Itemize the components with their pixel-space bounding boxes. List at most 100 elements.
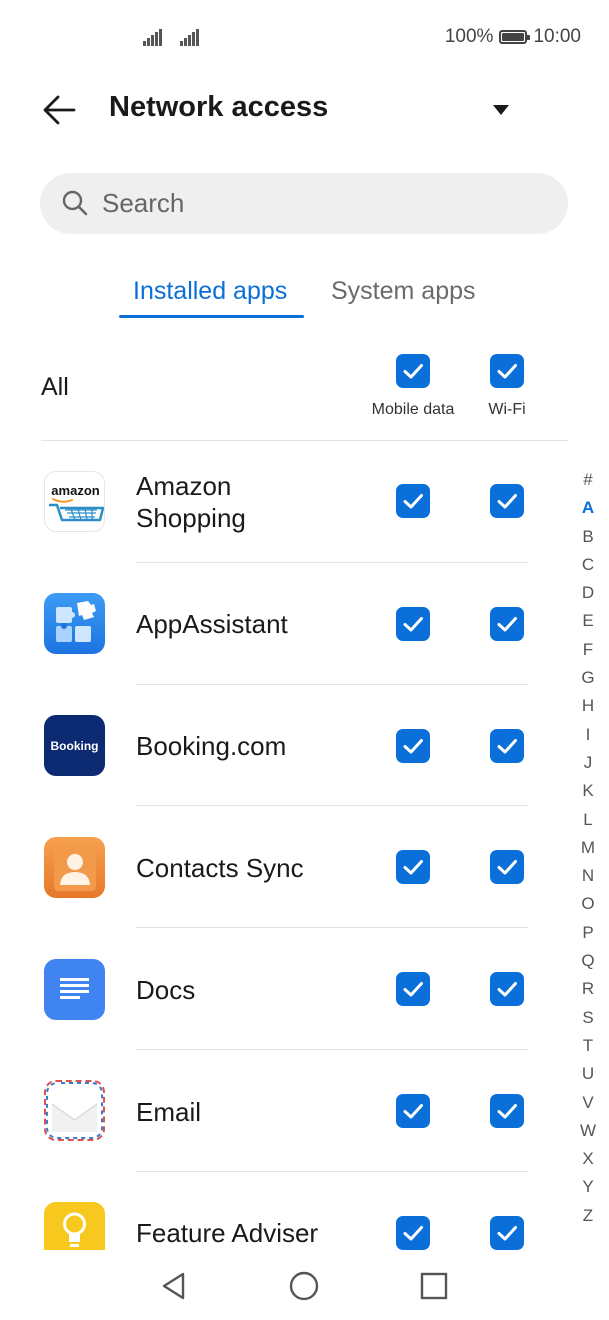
booking-icon: Booking: [44, 715, 105, 776]
mobile-data-checkbox[interactable]: [396, 1094, 430, 1128]
app-name-line: Amazon: [136, 471, 232, 501]
app-name: AppAssistant: [136, 609, 288, 639]
index-letter[interactable]: E: [574, 607, 602, 635]
status-right: 100% 10:00: [445, 26, 581, 48]
index-letter[interactable]: V: [574, 1089, 602, 1117]
puzzle-icon: [44, 593, 105, 654]
index-letter[interactable]: S: [574, 1004, 602, 1032]
checkmark-icon: [497, 1104, 517, 1119]
index-letter[interactable]: T: [574, 1032, 602, 1060]
tab-bar: Installed apps System apps: [0, 270, 609, 322]
index-letter[interactable]: R: [574, 975, 602, 1003]
wifi-checkbox[interactable]: [490, 1216, 524, 1250]
nav-back-button[interactable]: [158, 1270, 190, 1302]
view-filter-dropdown[interactable]: [486, 96, 518, 124]
search-icon: [62, 190, 88, 216]
document-icon: [44, 959, 105, 1020]
index-letter[interactable]: F: [574, 636, 602, 664]
all-wifi-checkbox[interactable]: [490, 354, 524, 388]
status-bar: 100% 10:00: [0, 0, 609, 76]
app-row-feature-adviser[interactable]: Feature Adviser: [0, 1172, 570, 1250]
index-letter[interactable]: U: [574, 1060, 602, 1088]
envelope-icon: [44, 1080, 105, 1141]
index-letter[interactable]: X: [574, 1145, 602, 1173]
index-letter[interactable]: Y: [574, 1173, 602, 1201]
checkmark-icon: [497, 617, 517, 632]
wifi-checkbox[interactable]: [490, 972, 524, 1006]
wifi-checkbox[interactable]: [490, 850, 524, 884]
search-placeholder: Search: [102, 188, 185, 218]
index-letter[interactable]: W: [574, 1117, 602, 1145]
mobile-data-checkbox[interactable]: [396, 484, 430, 518]
mobile-data-checkbox[interactable]: [396, 972, 430, 1006]
wifi-column-label: Wi-Fi: [488, 401, 526, 418]
alphabet-index-bar[interactable]: # A B C D E F G H I J K L M N O P Q R S T U V W X Y Z: [574, 466, 602, 1230]
battery-icon: [499, 30, 531, 44]
lightbulb-icon: [44, 1202, 105, 1250]
index-letter[interactable]: L: [574, 806, 602, 834]
index-letter[interactable]: G: [574, 664, 602, 692]
tab-system-apps[interactable]: System apps: [331, 277, 476, 306]
nav-home-button[interactable]: [288, 1270, 320, 1302]
index-letter[interactable]: N: [574, 862, 602, 890]
app-row-booking[interactable]: Booking Booking.com: [0, 685, 570, 807]
app-row-amazon-shopping[interactable]: amazon Amazon Shopping: [0, 441, 570, 563]
index-letter[interactable]: O: [574, 890, 602, 918]
index-letter[interactable]: I: [574, 721, 602, 749]
app-row-email[interactable]: Email: [0, 1050, 570, 1172]
contact-person-icon: [44, 837, 105, 898]
wifi-checkbox[interactable]: [490, 607, 524, 641]
svg-text:amazon: amazon: [51, 483, 99, 498]
app-row-appassistant[interactable]: AppAssistant: [0, 563, 570, 685]
nav-recents-button[interactable]: [418, 1270, 450, 1302]
checkmark-icon: [403, 739, 423, 754]
app-name: Contacts Sync: [136, 853, 304, 883]
mobile-data-checkbox[interactable]: [396, 850, 430, 884]
checkmark-icon: [403, 617, 423, 632]
mobile-data-checkbox[interactable]: [396, 729, 430, 763]
circle-home-icon: [289, 1271, 319, 1301]
wifi-checkbox[interactable]: [490, 729, 524, 763]
checkmark-icon: [497, 364, 517, 379]
index-letter[interactable]: P: [574, 919, 602, 947]
checkmark-icon: [403, 982, 423, 997]
index-letter[interactable]: A: [574, 494, 602, 522]
index-letter[interactable]: J: [574, 749, 602, 777]
all-mobile-data-checkbox[interactable]: [396, 354, 430, 388]
mobile-data-checkbox[interactable]: [396, 1216, 430, 1250]
square-recents-icon: [420, 1272, 448, 1300]
index-letter[interactable]: K: [574, 777, 602, 805]
clock: 10:00: [533, 26, 581, 47]
index-letter[interactable]: D: [574, 579, 602, 607]
app-row-docs[interactable]: Docs: [0, 928, 570, 1050]
wifi-checkbox[interactable]: [490, 484, 524, 518]
caret-down-icon: [493, 105, 509, 115]
checkmark-icon: [403, 494, 423, 509]
triangle-back-icon: [162, 1272, 185, 1300]
app-name: Amazon Shopping: [136, 470, 246, 534]
index-letter[interactable]: M: [574, 834, 602, 862]
signal-icon-2: [180, 28, 200, 46]
index-letter[interactable]: H: [574, 692, 602, 720]
mobile-data-checkbox[interactable]: [396, 607, 430, 641]
index-letter[interactable]: B: [574, 523, 602, 551]
all-row: All Mobile data Wi-Fi: [0, 340, 609, 440]
index-letter[interactable]: Q: [574, 947, 602, 975]
header: Network access: [0, 76, 609, 144]
back-button[interactable]: [38, 88, 82, 132]
signal-icon-1: [143, 28, 163, 46]
search-input[interactable]: Search: [40, 173, 568, 234]
index-letter[interactable]: Z: [574, 1202, 602, 1230]
index-letter[interactable]: #: [574, 466, 602, 494]
wifi-checkbox[interactable]: [490, 1094, 524, 1128]
tab-indicator: [119, 315, 304, 318]
booking-icon-text: Booking: [51, 739, 99, 753]
checkmark-icon: [497, 494, 517, 509]
battery-percentage: 100%: [444, 26, 494, 47]
app-row-contacts-sync[interactable]: Contacts Sync: [0, 806, 570, 928]
checkmark-icon: [497, 739, 517, 754]
tab-installed-apps[interactable]: Installed apps: [133, 277, 287, 306]
checkmark-icon: [497, 1226, 517, 1241]
app-name: Booking.com: [136, 731, 287, 761]
index-letter[interactable]: C: [574, 551, 602, 579]
